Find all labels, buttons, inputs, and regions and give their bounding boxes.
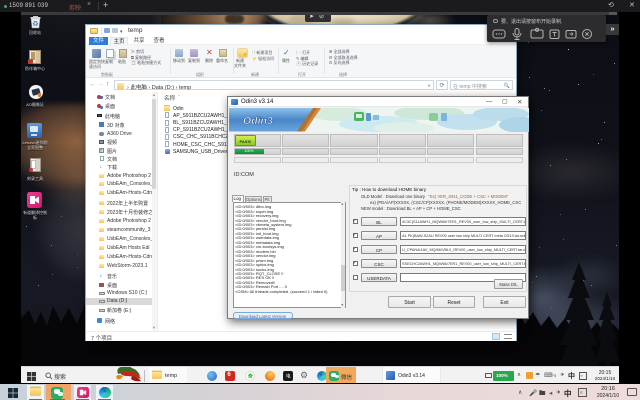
svg-text:Odin3: Odin3 (243, 115, 273, 127)
svg-text:♻: ♻ (32, 21, 38, 28)
